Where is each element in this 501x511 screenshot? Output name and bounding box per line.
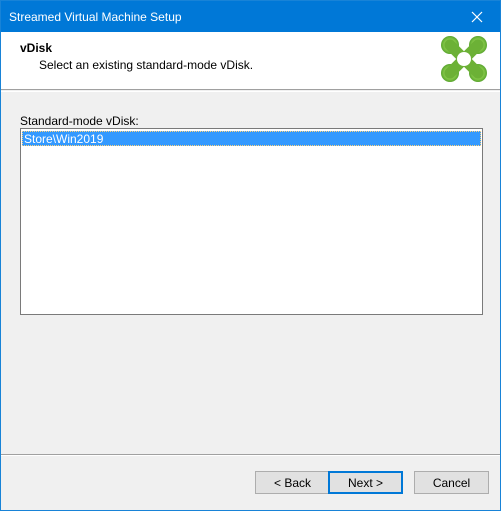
cancel-button[interactable]: Cancel xyxy=(414,471,489,494)
close-button[interactable] xyxy=(454,1,500,32)
list-item[interactable]: Store\Win2019 xyxy=(22,131,481,146)
footer-divider-highlight xyxy=(1,455,500,456)
close-icon xyxy=(471,11,483,22)
citrix-logo-icon xyxy=(441,36,487,82)
title-bar[interactable]: Streamed Virtual Machine Setup xyxy=(1,1,500,32)
page-title: vDisk xyxy=(20,41,53,55)
next-button[interactable]: Next > xyxy=(328,471,403,494)
vdisk-list-label: Standard-mode vDisk: xyxy=(20,114,139,128)
header-divider xyxy=(1,91,500,92)
window-title: Streamed Virtual Machine Setup xyxy=(9,10,182,24)
vdisk-listbox[interactable]: Store\Win2019 xyxy=(20,128,483,315)
page-subtitle: Select an existing standard-mode vDisk. xyxy=(39,58,254,72)
setup-window: Streamed Virtual Machine Setup vDisk Sel… xyxy=(0,0,501,511)
back-button[interactable]: < Back xyxy=(255,471,330,494)
wizard-header: vDisk Select an existing standard-mode v… xyxy=(1,32,500,90)
